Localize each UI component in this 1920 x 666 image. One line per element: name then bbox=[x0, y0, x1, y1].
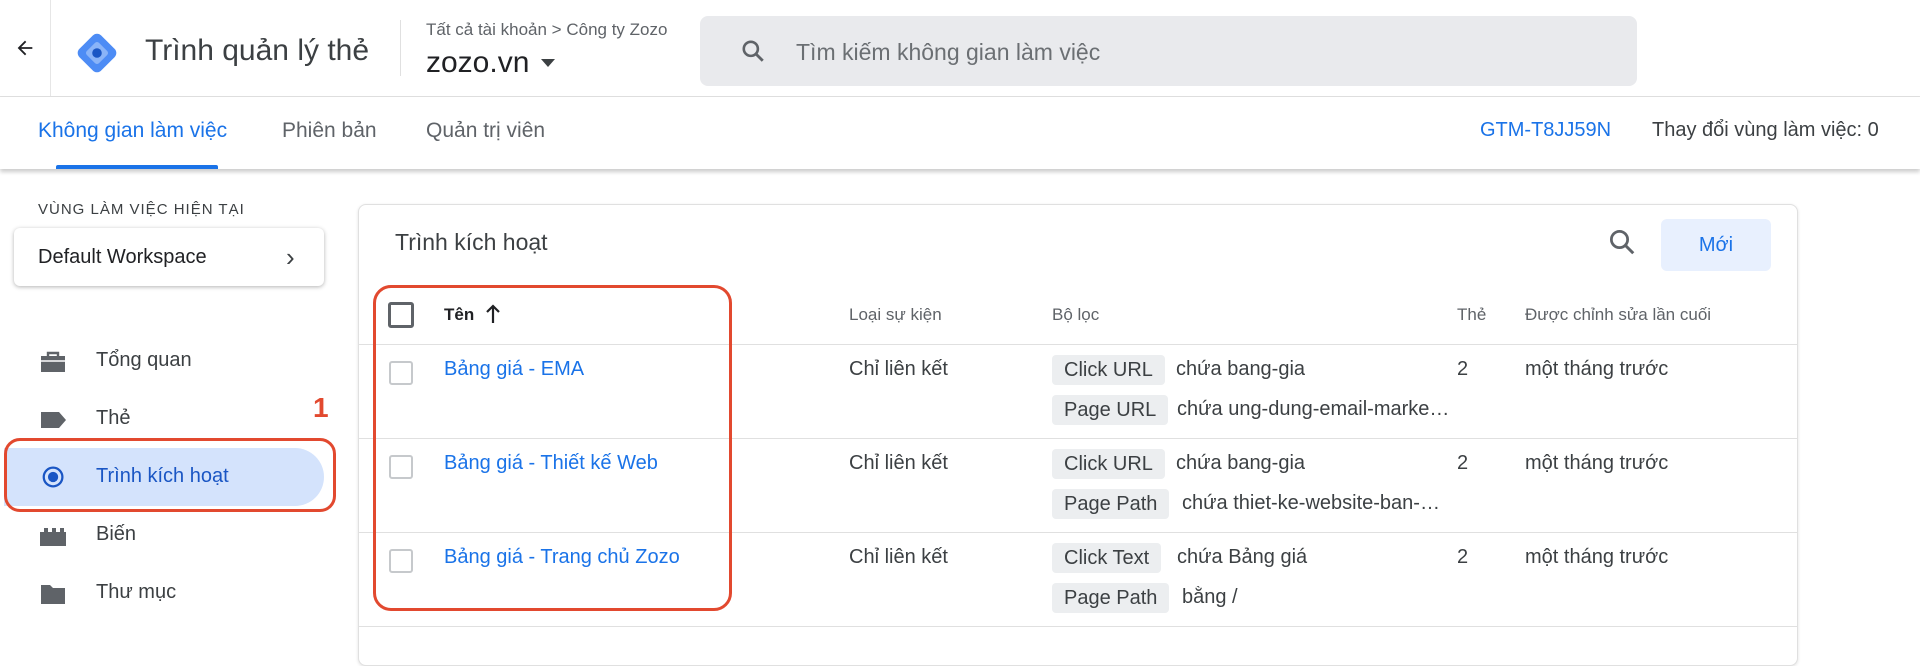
tag-count: 2 bbox=[1457, 546, 1469, 568]
triggers-card: Trình kích hoạt Mới Tên Loại sự kiện Bộ … bbox=[358, 204, 1798, 666]
search-input[interactable] bbox=[794, 16, 1598, 88]
filter-key-chip: Page Path bbox=[1052, 583, 1170, 613]
workspace-changes: Thay đổi vùng làm việc: 0 bbox=[1652, 119, 1879, 141]
column-header-event-type[interactable]: Loại sự kiện bbox=[849, 305, 942, 325]
filter-value: bằng / bbox=[1182, 586, 1238, 608]
event-type: Chỉ liên kết bbox=[849, 546, 948, 568]
container-selector[interactable]: zozo.vn bbox=[426, 46, 556, 80]
tag-icon bbox=[41, 412, 66, 428]
tab-versions[interactable]: Phiên bản bbox=[282, 119, 377, 143]
sidebar-item-label: Thư mục bbox=[96, 581, 177, 603]
sidebar-item-variables[interactable]: Biến bbox=[0, 506, 330, 564]
last-edited: một tháng trước bbox=[1525, 358, 1669, 380]
filter-key-chip: Page Path bbox=[1052, 489, 1170, 519]
workspace-label: VÙNG LÀM VIỆC HIỆN TẠI bbox=[38, 201, 245, 218]
filter-value: chứa thiet-ke-website-ban-… bbox=[1182, 492, 1440, 514]
event-type: Chỉ liên kết bbox=[849, 452, 948, 474]
filter-key-chip: Click URL bbox=[1052, 355, 1165, 385]
sidebar-item-label: Thẻ bbox=[96, 407, 131, 429]
new-trigger-button[interactable]: Mới bbox=[1661, 219, 1771, 271]
filter-value: chứa Bảng giá bbox=[1177, 546, 1308, 568]
event-type: Chỉ liên kết bbox=[849, 358, 948, 380]
sidebar-item-label: Biến bbox=[96, 523, 137, 545]
divider bbox=[359, 626, 1797, 627]
container-id[interactable]: GTM-T8JJ59N bbox=[1480, 119, 1611, 142]
filter-key-chip: Click URL bbox=[1052, 449, 1165, 479]
active-tab-indicator bbox=[56, 165, 218, 169]
app-title: Trình quản lý thẻ bbox=[145, 34, 370, 67]
header-divider bbox=[400, 20, 401, 76]
filter-value: chứa bang-gia bbox=[1176, 452, 1306, 474]
secondary-nav: Không gian làm việc Phiên bản Quản trị v… bbox=[0, 97, 1920, 169]
annotation-highlight-names bbox=[373, 285, 732, 611]
gtm-logo-icon bbox=[77, 33, 117, 73]
filter-key-chip: Page URL bbox=[1052, 395, 1169, 425]
tag-count: 2 bbox=[1457, 452, 1469, 474]
sidebar-item-label: Tổng quan bbox=[96, 349, 192, 371]
annotation-highlight-sidebar bbox=[4, 438, 336, 512]
sidebar-item-folders[interactable]: Thư mục bbox=[0, 564, 330, 622]
search-icon bbox=[742, 40, 764, 62]
column-header-tags[interactable]: Thẻ bbox=[1457, 305, 1486, 325]
tag-count: 2 bbox=[1457, 358, 1469, 380]
workspace-search[interactable] bbox=[700, 16, 1637, 88]
dropdown-caret-icon bbox=[541, 59, 556, 67]
top-app-bar: Trình quản lý thẻ Tất cả tài khoản > Côn… bbox=[0, 0, 1920, 97]
workspace-name: Default Workspace bbox=[38, 246, 207, 268]
filter-key-chip: Click Text bbox=[1052, 543, 1162, 573]
filter-value: chứa ung-dung-email-marke… bbox=[1177, 398, 1450, 420]
breadcrumb[interactable]: Tất cả tài khoản > Công ty Zozo bbox=[426, 20, 667, 40]
last-edited: một tháng trước bbox=[1525, 452, 1669, 474]
card-title: Trình kích hoạt bbox=[395, 229, 548, 255]
tab-workspace[interactable]: Không gian làm việc bbox=[38, 119, 227, 143]
tab-admin[interactable]: Quản trị viên bbox=[426, 119, 545, 143]
last-edited: một tháng trước bbox=[1525, 546, 1669, 568]
container-name: zozo.vn bbox=[426, 46, 530, 79]
column-header-last-edited[interactable]: Được chỉnh sửa lần cuối bbox=[1525, 305, 1711, 325]
column-header-filter: Bộ lọc bbox=[1052, 305, 1100, 324]
back-arrow-icon[interactable] bbox=[0, 0, 51, 96]
variable-icon bbox=[40, 528, 66, 546]
annotation-number: 1 bbox=[313, 392, 329, 423]
filter-value: chứa bang-gia bbox=[1176, 358, 1306, 380]
chevron-right-icon: › bbox=[286, 242, 295, 272]
briefcase-icon bbox=[41, 351, 65, 372]
folder-icon bbox=[41, 585, 65, 604]
workspace-selector[interactable]: Default Workspace › bbox=[14, 228, 324, 286]
search-icon[interactable] bbox=[1607, 227, 1637, 257]
sidebar-item-overview[interactable]: Tổng quan bbox=[0, 332, 330, 390]
